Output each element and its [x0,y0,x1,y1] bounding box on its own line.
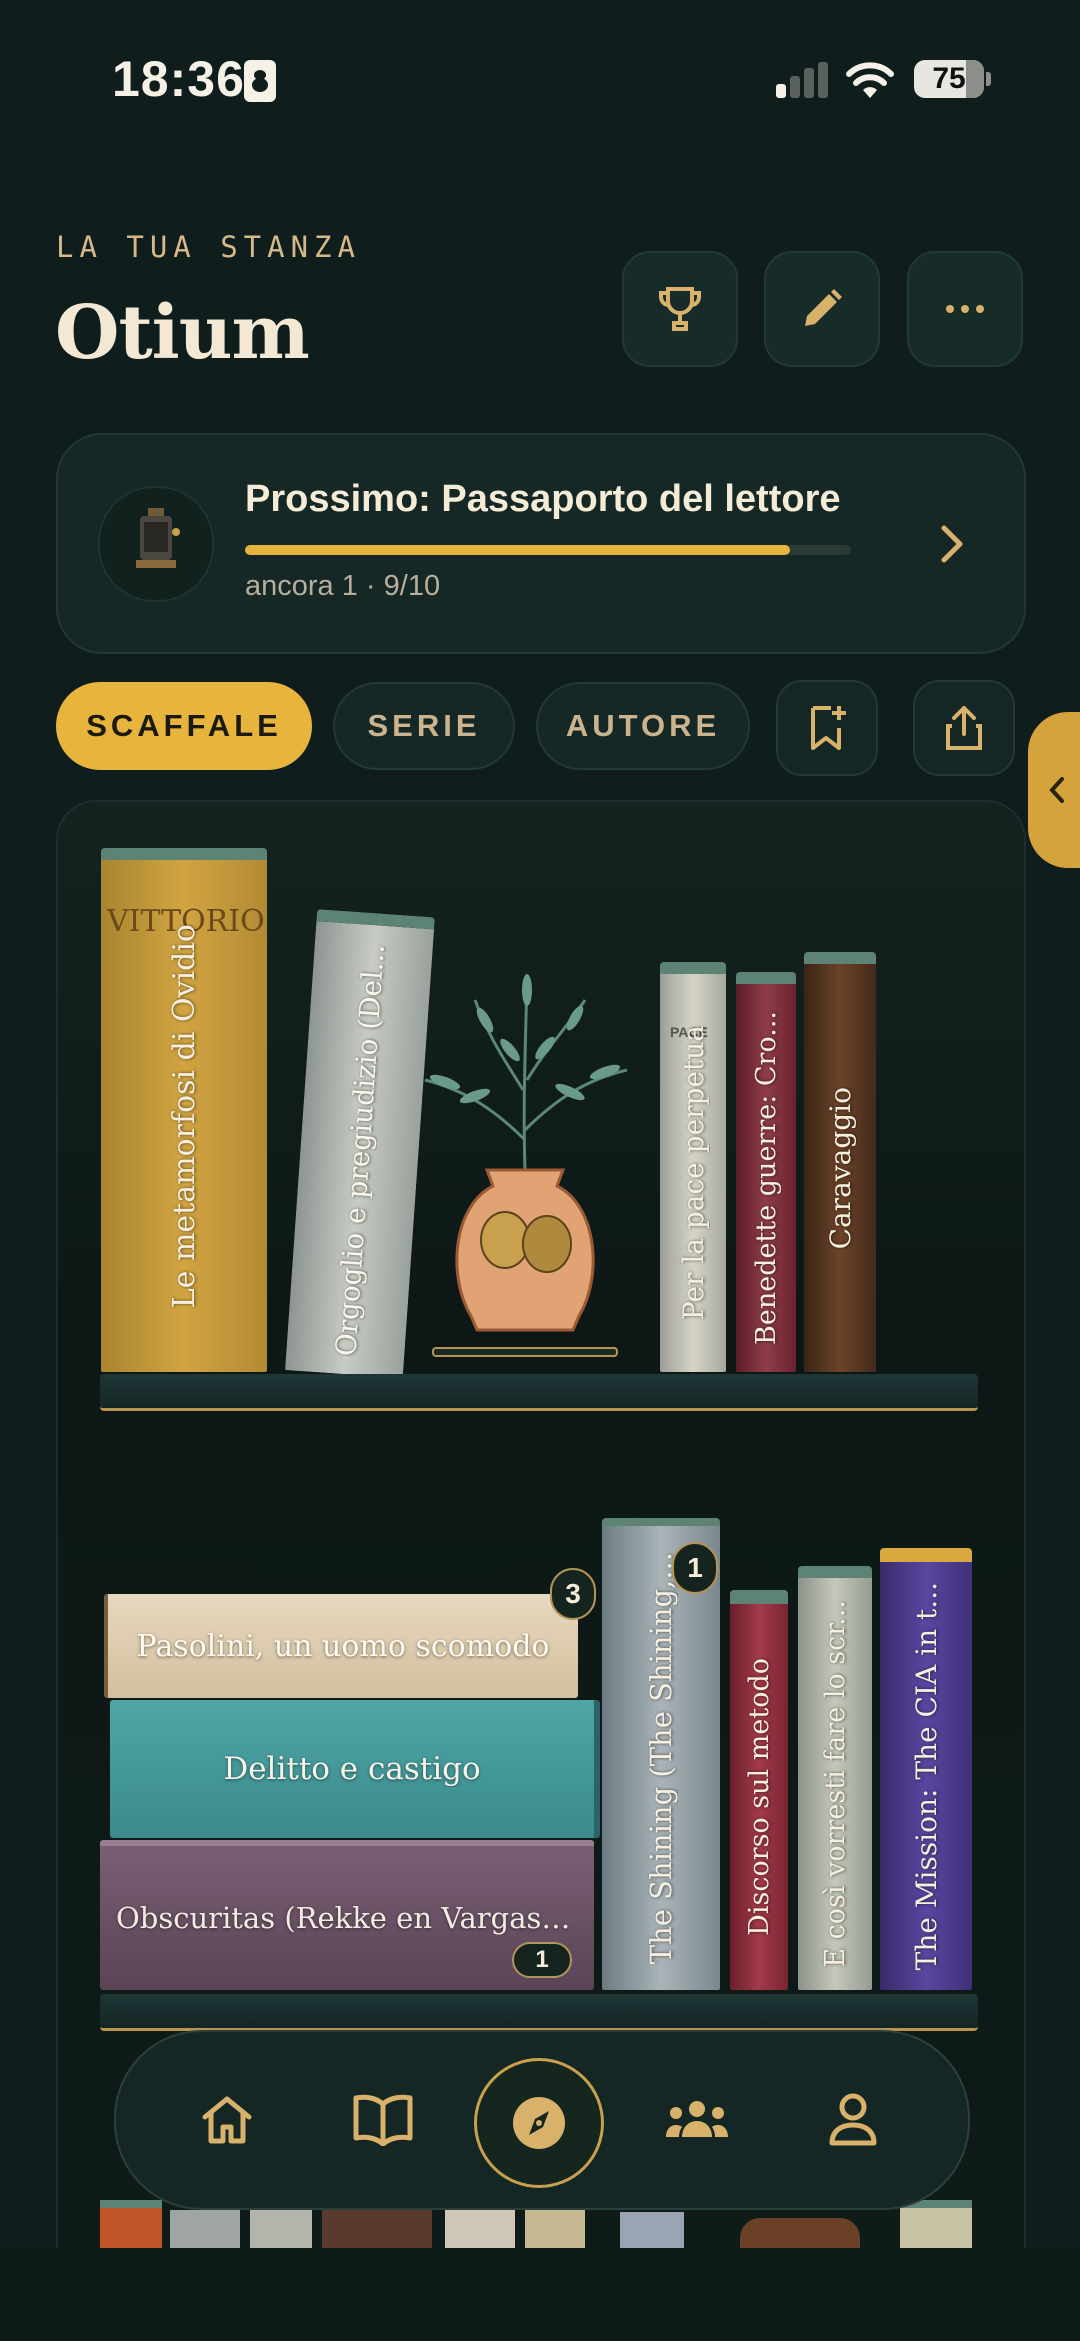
achievement-badge-icon [98,486,214,602]
profile-icon [829,2093,877,2146]
status-time: 18:36 [112,51,245,107]
community-icon [666,2101,728,2137]
olive-plant-vase-decoration [424,974,628,1357]
share-button[interactable] [913,680,1015,776]
book-stacked[interactable]: Delitto e castigo [110,1700,600,1838]
room-title: Otium [55,290,310,376]
book-title: Le metamorfosi di Ovidio [166,923,202,1309]
book-spine[interactable]: The Mission: The CIA in t... [880,1548,972,1990]
book-title: E così vorresti fare lo scr... [819,1600,851,1968]
book-title: Obscuritas (Rekke en Vargas,... [116,1901,579,1935]
tab-serie[interactable]: SERIE [333,682,515,770]
side-drawer-handle[interactable] [1028,712,1080,868]
add-bookmark-button[interactable] [776,680,878,776]
achievement-title: Prossimo: Passaporto del lettore [245,478,841,520]
book-title: The Mission: The CIA in t... [909,1581,943,1971]
achievement-progress-fill [245,545,790,555]
book-spine[interactable]: Discorso sul metodo [730,1590,788,1990]
book-count-badge: 3 [550,1568,596,1620]
battery-tip [986,72,991,86]
trophy-button[interactable] [622,251,738,367]
book-title: Orgoglio e pregiudizio (Del... [328,942,391,1357]
book-spine[interactable]: Caravaggio [804,952,876,1372]
explore-compass-icon [513,2097,565,2149]
edit-button[interactable] [764,251,880,367]
book-title: The Shining (The Shining,... [644,1551,678,1965]
book-title: Caravaggio [823,1086,857,1250]
nav-library[interactable] [336,2072,430,2166]
book-stacked[interactable]: Pasolini, un uomo scomodo [104,1594,578,1698]
book-spine[interactable]: VITTORIO Le metamorfosi di Ovidio [101,848,267,1372]
book-title: Delitto e castigo [223,1751,481,1787]
book-count-badge: 1 [512,1942,572,1978]
bottom-safe-area [0,2248,1080,2341]
book-title: Benedette guerre: Cro... [750,1011,782,1345]
book-title: Discorso sul metodo [743,1658,775,1936]
wifi-icon [846,62,894,98]
achievement-subtitle: ancora 1 · 9/10 [245,570,441,602]
library-icon [353,2094,413,2146]
book-title: Pasolini, un uomo scomodo [136,1628,550,1664]
tab-scaffale[interactable]: SCAFFALE [56,682,312,770]
book-spine[interactable]: PACE Per la pace perpetua [660,962,726,1372]
more-options-button[interactable] [907,251,1023,367]
book-spine[interactable]: Benedette guerre: Cro... [736,972,796,1372]
tab-autore[interactable]: AUTORE [536,682,750,770]
nav-explore[interactable] [474,2058,604,2188]
room-eyebrow: LA TUA STANZA [56,230,361,264]
book-count-badge: 1 [672,1542,718,1594]
trophy-icon [659,287,701,331]
shelf-plank [100,1994,978,2031]
battery-indicator: 75 [914,60,984,98]
book-title: Per la pace perpetua [676,1025,710,1321]
pencil-icon [805,289,842,326]
nav-community[interactable] [650,2072,744,2166]
sim-card-icon [244,60,276,102]
share-icon [946,706,982,750]
home-icon [202,2096,252,2144]
book-spine[interactable]: E così vorresti fare lo scr... [798,1566,872,1990]
nav-home[interactable] [180,2072,274,2166]
ellipsis-icon [946,305,984,313]
cellular-signal-icon [776,62,830,98]
bookmark-add-icon [811,706,846,750]
chevron-right-icon [941,525,963,563]
shelf-plank [100,1374,978,1411]
chevron-left-icon [1049,777,1064,803]
nav-profile[interactable] [806,2072,900,2166]
